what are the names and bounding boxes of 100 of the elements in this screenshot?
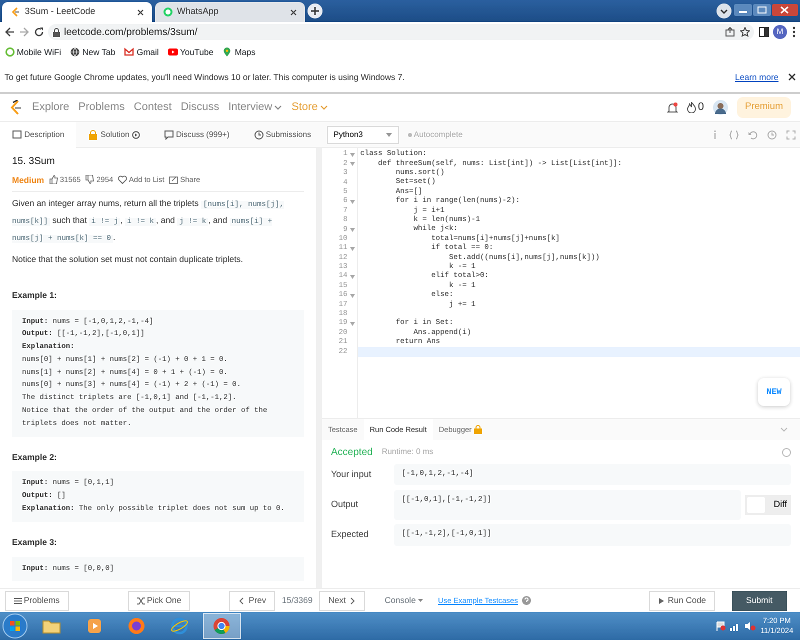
fullscreen-icon[interactable] bbox=[786, 130, 796, 140]
close-icon[interactable] bbox=[290, 8, 296, 16]
fold-caret-icon[interactable] bbox=[350, 322, 355, 326]
url-text: leetcode.com/problems/3sum/ bbox=[64, 26, 198, 40]
runtime-text: Runtime: 0 ms bbox=[382, 446, 434, 458]
share-icon bbox=[168, 175, 178, 184]
map-pin-icon bbox=[222, 47, 232, 57]
fold-caret-icon[interactable] bbox=[350, 162, 355, 166]
address-bar[interactable]: leetcode.com/problems/3sum/ bbox=[48, 24, 754, 40]
streak-count: 0 bbox=[698, 100, 704, 116]
problem-counter: 15/3369 bbox=[280, 594, 314, 607]
bookmark-link[interactable]: Maps bbox=[222, 46, 256, 58]
dropdown-icon[interactable] bbox=[716, 3, 732, 19]
run-code-button[interactable]: Run Code bbox=[648, 590, 716, 610]
star-icon[interactable] bbox=[740, 27, 750, 37]
next-button[interactable]: Next bbox=[319, 590, 366, 610]
difficulty-label: Medium bbox=[12, 174, 44, 186]
chevron-right-icon bbox=[348, 596, 356, 604]
dot-icon bbox=[408, 132, 412, 136]
caret-icon bbox=[274, 104, 282, 111]
chat-icon bbox=[164, 130, 174, 140]
fold-caret-icon[interactable] bbox=[350, 228, 355, 232]
pick-one-button[interactable]: Pick One bbox=[128, 590, 190, 610]
help-icon[interactable] bbox=[522, 596, 532, 605]
problems-button[interactable]: Problems bbox=[4, 590, 69, 610]
submit-button[interactable]: Submit bbox=[732, 590, 786, 610]
heart-icon bbox=[118, 175, 127, 184]
shuffle-icon bbox=[136, 596, 145, 604]
clock-icon[interactable] bbox=[766, 130, 776, 140]
problem-title: 15. 3Sum bbox=[12, 155, 56, 169]
thumbs-down-icon bbox=[85, 175, 94, 184]
console-button[interactable]: Console bbox=[378, 593, 430, 608]
browser-tab[interactable]: 3Sum - LeetCode bbox=[2, 2, 152, 22]
forward-icon[interactable] bbox=[19, 27, 29, 37]
panel-tab[interactable]: Description bbox=[0, 122, 76, 148]
close-icon[interactable] bbox=[137, 8, 144, 16]
clock-icon bbox=[254, 130, 264, 140]
example-heading: Example 3: bbox=[12, 536, 58, 549]
bell-icon[interactable] bbox=[666, 102, 678, 114]
panel-tab[interactable]: Solution bbox=[76, 122, 152, 148]
result-label: Output bbox=[331, 498, 360, 511]
leetcode-logo-icon bbox=[10, 7, 20, 17]
speaker-icon[interactable] bbox=[744, 621, 756, 631]
play-circle-icon bbox=[132, 130, 140, 138]
ring-icon bbox=[4, 47, 14, 57]
side-panel-icon[interactable] bbox=[758, 27, 768, 37]
more-icon[interactable] bbox=[792, 26, 796, 38]
close-icon[interactable] bbox=[788, 73, 796, 81]
language-select[interactable]: Python3 bbox=[326, 126, 398, 144]
play-icon bbox=[658, 596, 666, 604]
window-controls-icon[interactable] bbox=[734, 4, 798, 18]
help-icon[interactable] bbox=[782, 448, 791, 456]
fold-caret-icon[interactable] bbox=[350, 275, 355, 280]
profile-avatar[interactable]: M bbox=[773, 25, 787, 39]
learn-more-link[interactable]: Learn more bbox=[735, 70, 778, 84]
caret-icon bbox=[320, 104, 328, 111]
panel-tab[interactable]: Discuss (999+) bbox=[152, 122, 242, 148]
bookmark-link[interactable]: YouTube bbox=[168, 46, 214, 58]
bookmark-link[interactable]: New Tab bbox=[70, 46, 116, 58]
result-label: Your input bbox=[331, 468, 372, 481]
prev-button[interactable]: Prev bbox=[229, 590, 276, 610]
example-heading: Example 2: bbox=[12, 450, 58, 464]
notice-text: Notice that the solution set must not contain duplicate triplets. bbox=[12, 252, 244, 266]
thumbs-up-icon bbox=[48, 175, 58, 184]
start-button-icon[interactable] bbox=[2, 613, 28, 639]
diff-toggle[interactable]: Diff bbox=[745, 494, 791, 515]
caret-icon bbox=[386, 132, 392, 136]
caret-icon bbox=[418, 599, 424, 602]
undo-icon[interactable] bbox=[748, 130, 758, 140]
new-tab-icon[interactable] bbox=[306, 3, 323, 19]
list-icon bbox=[14, 596, 22, 604]
fold-caret-icon[interactable] bbox=[350, 246, 355, 251]
fold-caret-icon[interactable] bbox=[350, 200, 355, 204]
mail-icon bbox=[124, 47, 134, 57]
back-icon[interactable] bbox=[4, 27, 14, 37]
user-avatar-icon[interactable] bbox=[712, 100, 728, 115]
globe-icon bbox=[70, 47, 80, 57]
leetcode-logo-icon[interactable] bbox=[9, 100, 23, 116]
flame-icon bbox=[686, 102, 696, 113]
example-heading: Example 1: bbox=[12, 288, 58, 302]
browser-tab[interactable]: WhatsApp bbox=[154, 2, 304, 22]
fold-caret-icon[interactable] bbox=[350, 152, 355, 157]
document-icon bbox=[12, 130, 22, 140]
panel-tab[interactable]: Submissions bbox=[242, 122, 324, 148]
fold-caret-icon[interactable] bbox=[350, 294, 355, 298]
collapse-icon[interactable] bbox=[780, 426, 788, 432]
reload-icon[interactable] bbox=[34, 27, 44, 37]
signal-icon[interactable] bbox=[730, 621, 740, 631]
braces-icon[interactable] bbox=[728, 130, 738, 140]
share-icon[interactable] bbox=[725, 27, 735, 37]
flag-icon[interactable] bbox=[716, 621, 726, 631]
play-icon bbox=[168, 47, 178, 57]
chrome-logo-icon bbox=[212, 617, 232, 635]
taskbar-app[interactable] bbox=[202, 613, 241, 639]
result-status: Accepted bbox=[331, 446, 373, 460]
lock-icon bbox=[88, 130, 98, 140]
e-logo-icon bbox=[170, 617, 189, 635]
bookmark-link[interactable]: Mobile WiFi bbox=[4, 46, 62, 58]
lock-icon bbox=[52, 28, 60, 36]
bookmark-link[interactable]: Gmail bbox=[124, 46, 159, 58]
